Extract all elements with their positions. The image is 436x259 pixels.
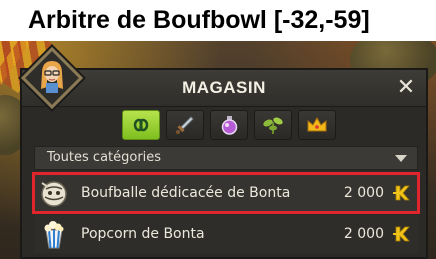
tab-all-categories[interactable]	[122, 110, 160, 140]
map-title: Arbitre de Boufbowl [-32,-59]	[0, 0, 436, 41]
sword-icon	[176, 116, 194, 134]
list-item[interactable]: Boufballe dédicacée de Bonta 2 000	[32, 172, 420, 214]
potion-icon	[221, 116, 238, 135]
item-price: 2 000	[343, 226, 384, 242]
tab-cosmetics[interactable]	[298, 110, 336, 140]
kama-icon	[393, 185, 410, 201]
shop-header: MAGASIN ✕	[22, 70, 426, 107]
crown-icon	[307, 116, 327, 132]
ball-icon	[41, 181, 67, 207]
item-name: Popcorn de Bonta	[81, 226, 205, 242]
tab-consumables[interactable]	[210, 110, 248, 140]
chevron-down-icon	[395, 155, 407, 162]
category-select-value: Toutes catégories	[47, 150, 162, 165]
tab-resources[interactable]	[254, 110, 292, 140]
list-item[interactable]: Popcorn de Bonta 2 000	[34, 215, 418, 253]
shop-title: MAGASIN	[182, 78, 266, 97]
item-name: Boufballe dédicacée de Bonta	[81, 185, 291, 201]
close-button[interactable]: ✕	[394, 76, 418, 100]
avatar	[41, 61, 63, 93]
popcorn-icon	[44, 221, 64, 249]
infinity-icon	[133, 118, 149, 132]
item-list: Boufballe dédicacée de Bonta 2 000 Popco…	[32, 172, 420, 256]
kama-icon	[393, 226, 410, 242]
category-select[interactable]: Toutes catégories	[34, 146, 418, 170]
item-price: 2 000	[343, 185, 384, 201]
character-avatar[interactable]	[20, 46, 84, 110]
tab-weapons[interactable]	[166, 110, 204, 140]
plant-icon	[263, 117, 283, 134]
